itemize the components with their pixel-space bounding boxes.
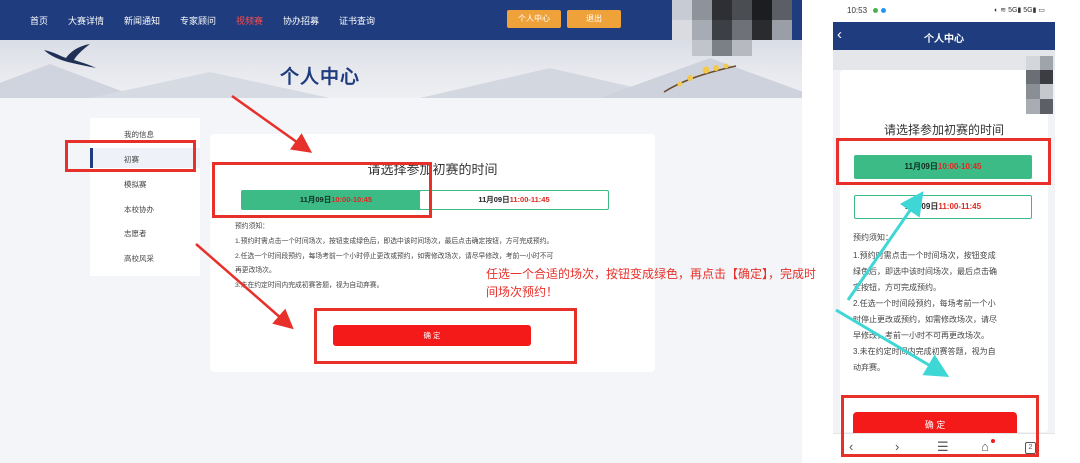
phone-time-slot-button-2[interactable]: 11月09日11:00-11:45 [854,195,1032,219]
note-line: 1.预约时需点击一个时间场次，按钮变成绿色后，即选中该时间场次，最后点击确定按钮… [235,238,554,245]
slot-time: 11:00-11:45 [938,202,982,211]
sidebar-item-volunteer[interactable]: 志愿者 [124,228,147,239]
privacy-mosaic [672,0,792,56]
highlight-box-confirm [314,308,577,364]
phone-screenshot: 10:53 ◐ ≋ 5G▮ 5G▮ ▭ ‹ 个人中心 请选择参加初赛的时间 11… [833,0,1055,463]
sidebar-item-mock-contest[interactable]: 模拟赛 [124,179,147,190]
note-line: 动弃赛。 [853,363,885,372]
nav-certificate[interactable]: 证书查询 [339,14,375,27]
privacy-mosaic [1026,56,1053,114]
instruction-annotation: 任选一个合适的场次，按钮变成绿色，再点击【确定】，完成时间场次预约！ [486,267,817,299]
highlight-box-sidebar [65,140,196,172]
sidebar-item-college-showcase[interactable]: 高校风采 [124,253,154,264]
status-icons: ◐ ≋ 5G▮ 5G▮ ▭ [994,7,1045,14]
highlight-box-phone-slot [836,138,1051,185]
time-slot-button-2[interactable]: 11月09日11:00-11:45 [419,190,609,210]
nav-video-contest[interactable]: 视频赛 [236,14,263,27]
sidebar-item-my-info[interactable]: 我的信息 [124,129,154,140]
slot-time: 11:00-11:45 [509,195,550,204]
page-title: 个人中心 [279,67,360,88]
note-line: 3.未在约定时间内完成初赛答题，视为自动弃赛。 [235,282,384,289]
note-line: 1.预约时需点击一个时间场次，按钮变成 [853,251,996,260]
phone-header: ‹ 个人中心 [833,22,1055,50]
phone-banner-strip [833,50,1055,70]
slot-date: 11月09日 [478,195,510,204]
notes-heading: 预约须知： [235,223,269,230]
highlight-box-phone-confirm [841,395,1039,457]
note-line: 再更改场次。 [235,267,276,274]
logout-button[interactable]: 退出 [567,10,621,28]
note-line: 早修改，考前一小时不可再更改场次。 [853,331,989,340]
note-line: 绿色后，即选中该时间场次，最后点击确 [853,267,997,276]
notification-dot-icon [881,8,886,13]
note-line: 时停止更改或预约，如需修改场次，请尽 [853,315,997,324]
nav-co-host[interactable]: 协办招募 [283,14,319,27]
desktop-screenshot: 首页 大赛详情 新闻通知 专家顾问 视频赛 协办招募 证书查询 个人中心 退出 … [0,0,802,463]
nav-experts[interactable]: 专家顾问 [180,14,216,27]
phone-page-title: 个人中心 [924,34,964,45]
nav-home[interactable]: 首页 [30,14,48,27]
nav-news[interactable]: 新闻通知 [124,14,160,27]
note-line: 2.任选一个时间段预约，每场考前一个小时停止更改或预约，如需修改场次，请尽早修改… [235,253,554,260]
note-line: 定按钮，方可完成预约。 [853,283,941,292]
notes-heading: 预约须知： [853,233,893,242]
slot-date: 11月09日 [904,202,939,211]
nav-contest-details[interactable]: 大赛详情 [68,14,104,27]
phone-reservation-title: 请选择参加初赛的时间 [883,123,1004,137]
sidebar-item-school-cohost[interactable]: 本校协办 [124,204,154,215]
highlight-box-slot [212,162,432,218]
note-line: 3.未在约定时间内完成初赛答题，视为自 [853,347,996,356]
user-center-button[interactable]: 个人中心 [507,10,561,28]
status-bar: 10:53 ◐ ≋ 5G▮ 5G▮ ▭ [833,0,1055,22]
note-line: 2.任选一个时间段预约，每场考前一个小 [853,299,996,308]
notification-dot-icon [873,8,878,13]
status-time: 10:53 [847,6,868,15]
